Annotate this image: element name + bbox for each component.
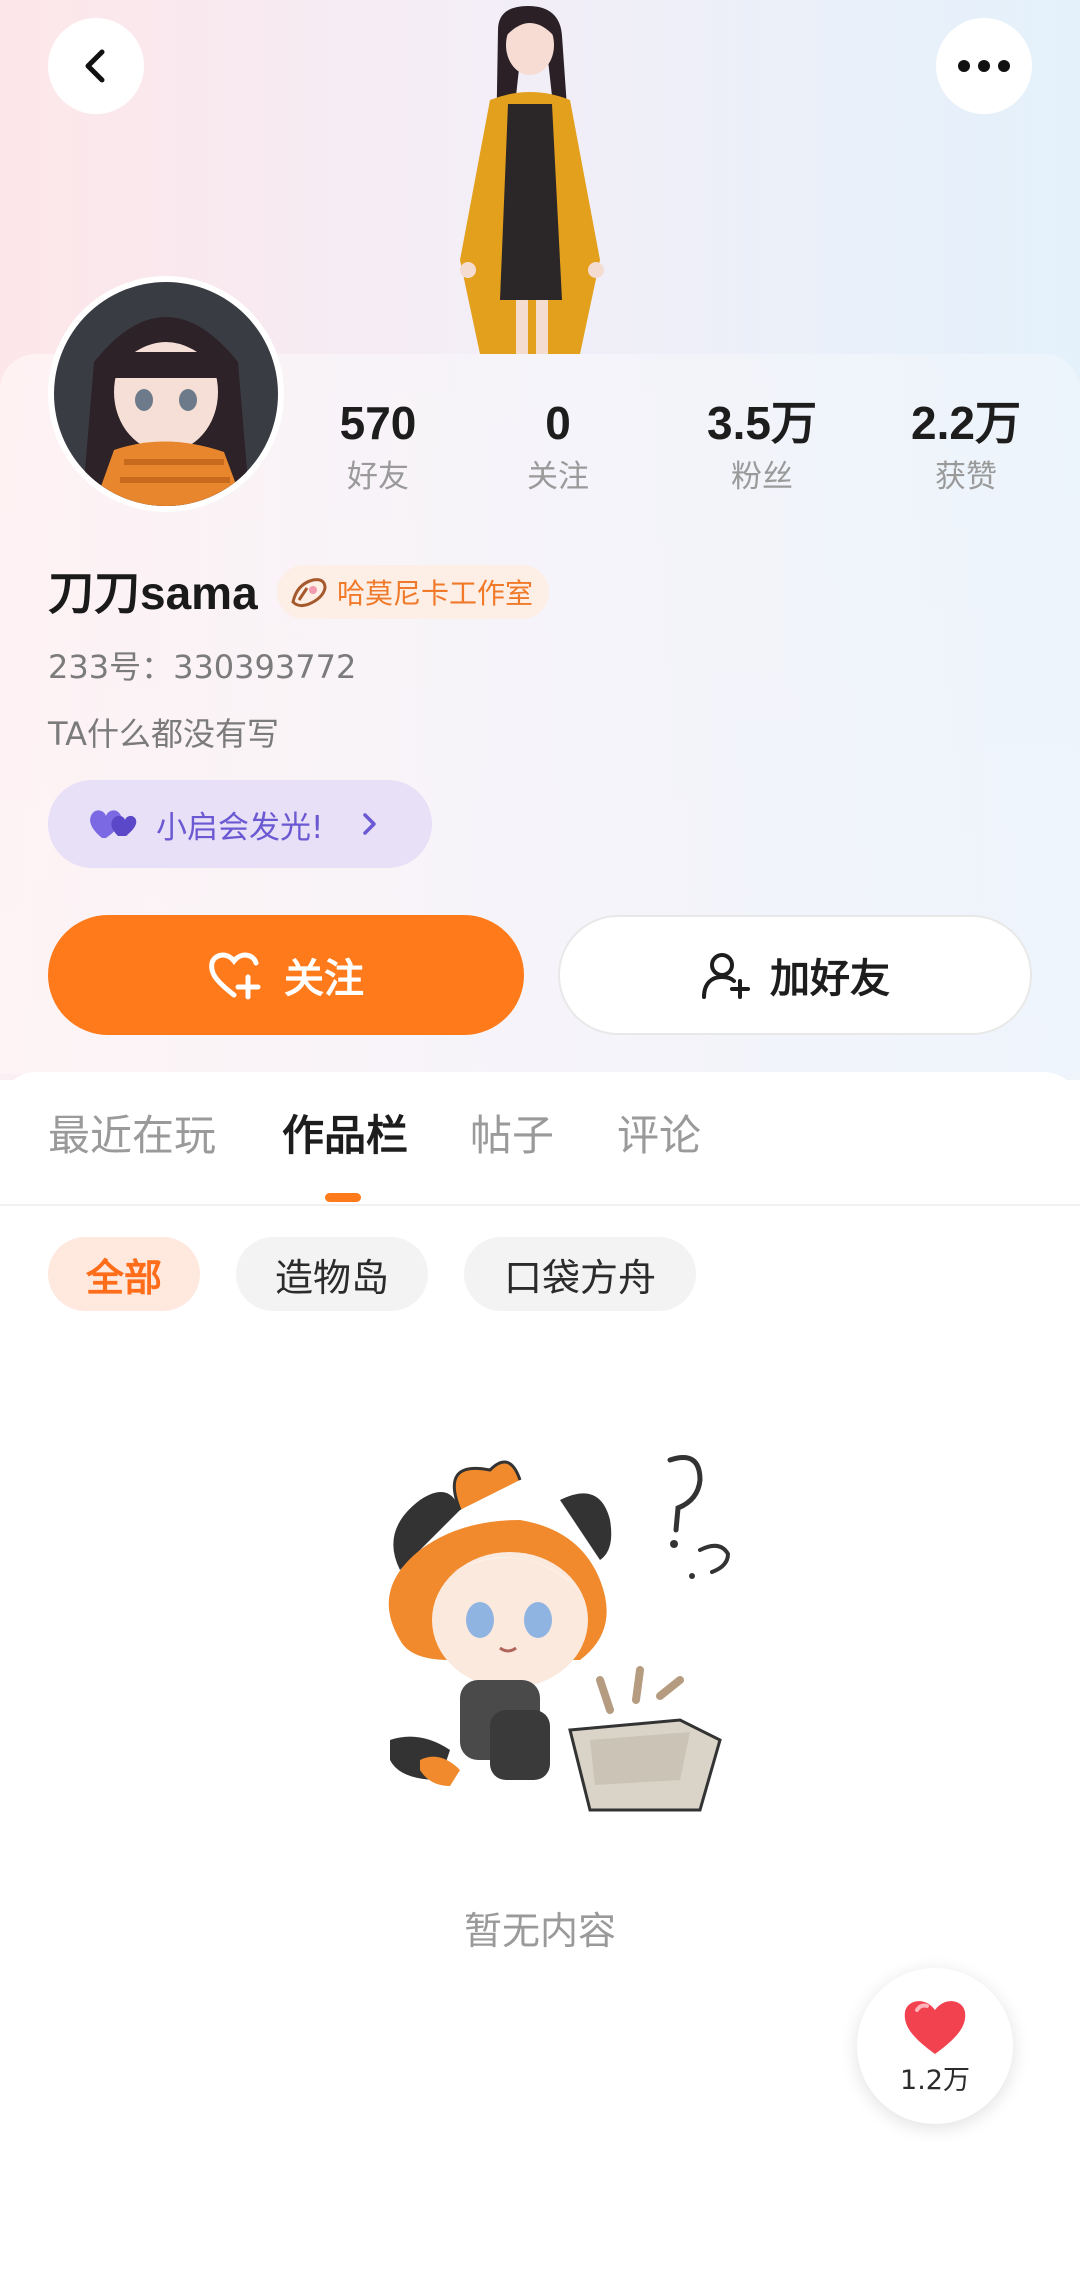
stat-label: 关注 [527,459,589,495]
filter-chip-pocket-ark[interactable]: 口袋方舟 [464,1237,696,1311]
stat-likes[interactable]: 2.2万 获赞 [876,395,1056,497]
heart-plus-icon [209,952,261,1000]
filter-chip-creation-island[interactable]: 造物岛 [236,1237,428,1311]
like-count: 1.2万 [900,2064,970,2096]
like-float-button[interactable]: 1.2万 [857,1968,1013,2124]
harmonica-icon [291,578,327,608]
studio-badge[interactable]: 哈莫尼卡工作室 [277,565,550,619]
stat-value: 2.2万 [911,397,1021,449]
heart-duo-icon [90,810,137,838]
character-figure-image [460,6,604,354]
chevron-left-icon [85,49,105,83]
chevron-right-icon [363,813,377,835]
tab-divider [0,1204,1080,1206]
studio-badge-label: 哈莫尼卡工作室 [337,577,534,610]
stat-friends[interactable]: 570 好友 [288,395,468,497]
stat-following[interactable]: 0 关注 [468,395,648,497]
heart-icon [904,2000,966,2054]
tab-works[interactable]: 作品栏 [282,1106,408,1166]
back-button[interactable] [48,18,144,114]
follow-button[interactable]: 关注 [48,915,524,1035]
bio: TA什么都没有写 [48,715,279,753]
avatar-image [54,282,278,506]
stat-label: 好友 [347,459,409,495]
tab-posts[interactable]: 帖子 [470,1106,554,1166]
more-dots-icon [958,60,1010,72]
stat-value: 3.5万 [707,397,817,449]
tab-comments[interactable]: 评论 [617,1106,701,1166]
glow-pill-button[interactable]: 小启会发光! [48,780,432,868]
stat-fans[interactable]: 3.5万 粉丝 [672,395,852,497]
more-button[interactable] [936,18,1032,114]
empty-state-text: 暂无内容 [463,1909,616,1953]
tab-recent-play[interactable]: 最近在玩 [48,1106,216,1166]
stat-label: 粉丝 [731,459,793,495]
stat-value: 0 [545,397,571,449]
tab-active-indicator [325,1193,361,1202]
username: 刀刀sama [48,567,258,619]
stat-label: 获赞 [935,459,997,495]
add-user-icon [702,953,750,999]
add-friend-label: 加好友 [770,956,890,1002]
filter-chip-all[interactable]: 全部 [48,1237,200,1311]
glow-pill-label: 小启会发光! [156,809,324,846]
empty-state-illustration [388,1455,731,1812]
follow-label: 关注 [284,956,364,1002]
user-id: 233号：330393772 [48,648,357,686]
avatar[interactable] [48,276,284,512]
add-friend-button[interactable]: 加好友 [558,915,1032,1035]
stat-value: 570 [339,397,417,449]
